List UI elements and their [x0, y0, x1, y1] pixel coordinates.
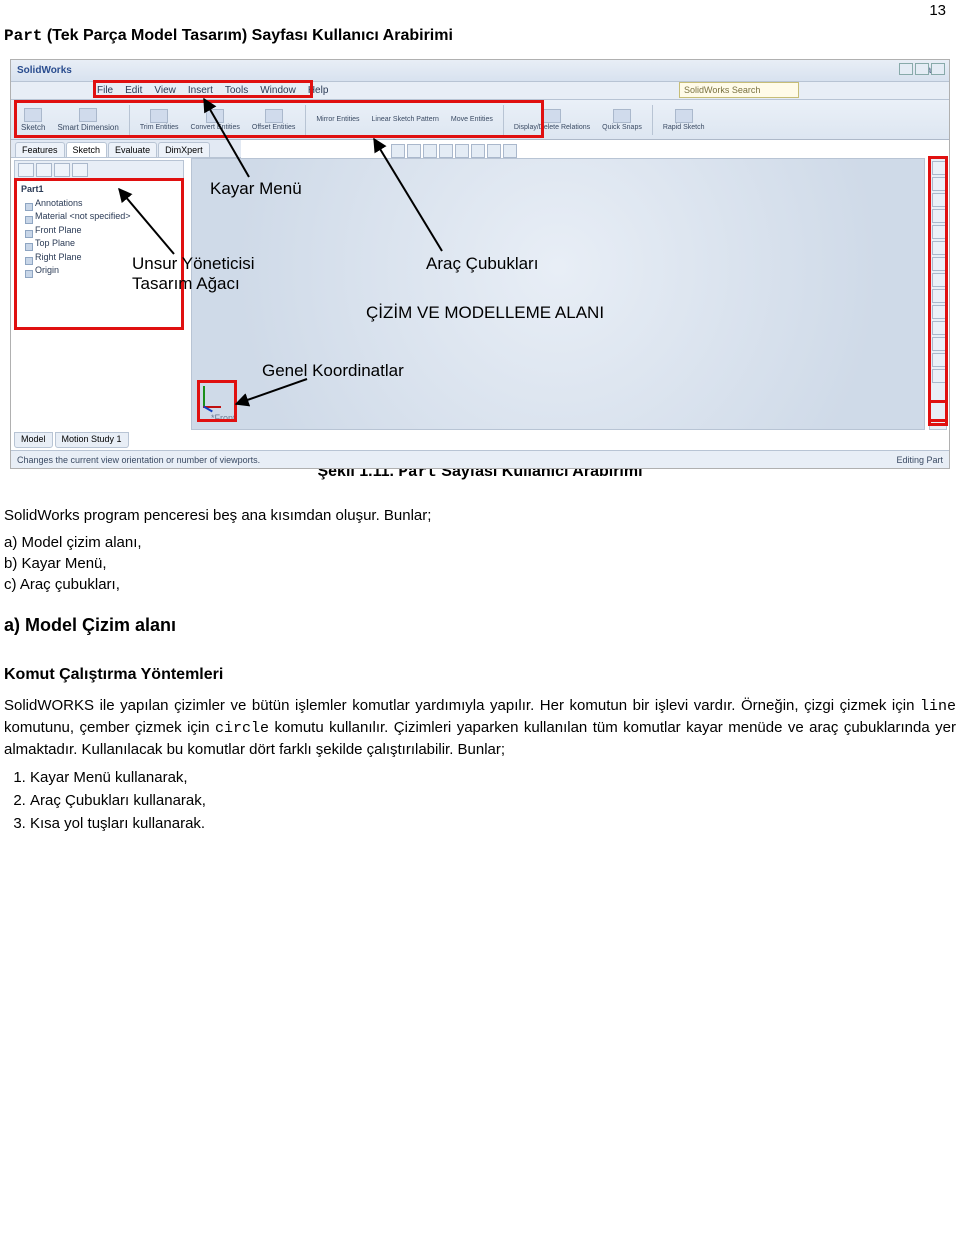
close-icon[interactable]	[931, 63, 945, 75]
label-cizim: ÇİZİM VE MODELLEME ALANI	[366, 303, 604, 323]
tab-model[interactable]: Model	[14, 432, 53, 448]
num-item-1: Kayar Menü kullanarak,	[30, 766, 956, 789]
titlebar: SolidWorks Part1	[11, 60, 949, 82]
panel-tab-icon[interactable]	[36, 163, 52, 177]
highlight-right-toolbar-bottom	[928, 400, 948, 422]
panel-tab-icon[interactable]	[54, 163, 70, 177]
abc-b: b) Kayar Menü,	[4, 553, 956, 574]
view-icon[interactable]	[471, 144, 485, 158]
highlight-triad	[197, 380, 237, 422]
para-intro: SolidWorks program penceresi beş ana kıs…	[4, 505, 956, 526]
minimize-icon[interactable]	[899, 63, 913, 75]
window-controls[interactable]	[899, 63, 945, 75]
view-icon[interactable]	[503, 144, 517, 158]
num-item-2: Araç Çubukları kullanarak,	[30, 789, 956, 812]
cmd-rapid[interactable]: Rapid Sketch	[659, 102, 709, 138]
ribbon-tabs[interactable]: Features Sketch Evaluate DimXpert	[11, 140, 241, 158]
view-icon[interactable]	[423, 144, 437, 158]
search-placeholder: SolidWorks Search	[684, 85, 760, 95]
label-unsur: Unsur Yöneticisi Tasarım Ağacı	[132, 254, 255, 294]
abc-list: a) Model çizim alanı, b) Kayar Menü, c) …	[4, 532, 956, 595]
view-icon[interactable]	[407, 144, 421, 158]
status-right: Editing Part	[896, 455, 943, 465]
status-left: Changes the current view orientation or …	[17, 455, 260, 465]
highlight-kayar-menu	[93, 80, 313, 98]
section-title-code: Part	[4, 27, 42, 45]
panel-tab-icon[interactable]	[18, 163, 34, 177]
page-number: 13	[0, 0, 960, 27]
abc-a: a) Model çizim alanı,	[4, 532, 956, 553]
view-icon[interactable]	[439, 144, 453, 158]
cmd-quicksnaps[interactable]: Quick Snaps	[598, 102, 646, 138]
maximize-icon[interactable]	[915, 63, 929, 75]
highlight-right-toolbar	[928, 156, 948, 426]
label-genel: Genel Koordinatlar	[262, 361, 404, 381]
highlight-command-toolbar	[14, 100, 544, 138]
search-box[interactable]: SolidWorks Search	[679, 82, 799, 98]
tab-features[interactable]: Features	[15, 142, 65, 157]
tab-evaluate[interactable]: Evaluate	[108, 142, 157, 157]
abc-c: c) Araç çubukları,	[4, 574, 956, 595]
code-circle: circle	[215, 720, 269, 737]
para-komut: SolidWORKS ile yapılan çizimler ve bütün…	[4, 695, 956, 760]
tab-motion[interactable]: Motion Study 1	[55, 432, 129, 448]
app-logo-text: SolidWorks	[17, 65, 72, 76]
figure-wrap: SolidWorks Part1 File Edit View Insert T…	[4, 59, 956, 441]
section-title-text: (Tek Parça Model Tasarım) Sayfası Kullan…	[42, 27, 453, 44]
heading-a: a) Model Çizim alanı	[4, 595, 956, 646]
view-icon[interactable]	[487, 144, 501, 158]
tab-sketch[interactable]: Sketch	[66, 142, 108, 157]
view-icon[interactable]	[455, 144, 469, 158]
label-arac: Araç Çubukları	[426, 254, 538, 274]
code-line: line	[920, 698, 956, 715]
heading-komut: Komut Çalıştırma Yöntemleri	[4, 646, 956, 694]
num-item-3: Kısa yol tuşları kullanarak.	[30, 812, 956, 835]
numbered-list: Kayar Menü kullanarak, Araç Çubukları ku…	[4, 766, 956, 835]
tab-dimxpert[interactable]: DimXpert	[158, 142, 210, 157]
section-title: Part (Tek Parça Model Tasarım) Sayfası K…	[0, 27, 960, 59]
status-bar: Changes the current view orientation or …	[11, 450, 949, 468]
bottom-tabs[interactable]: Model Motion Study 1	[14, 432, 129, 448]
label-kayar-menu: Kayar Menü	[210, 179, 302, 199]
panel-tab-icon[interactable]	[72, 163, 88, 177]
view-icon[interactable]	[391, 144, 405, 158]
